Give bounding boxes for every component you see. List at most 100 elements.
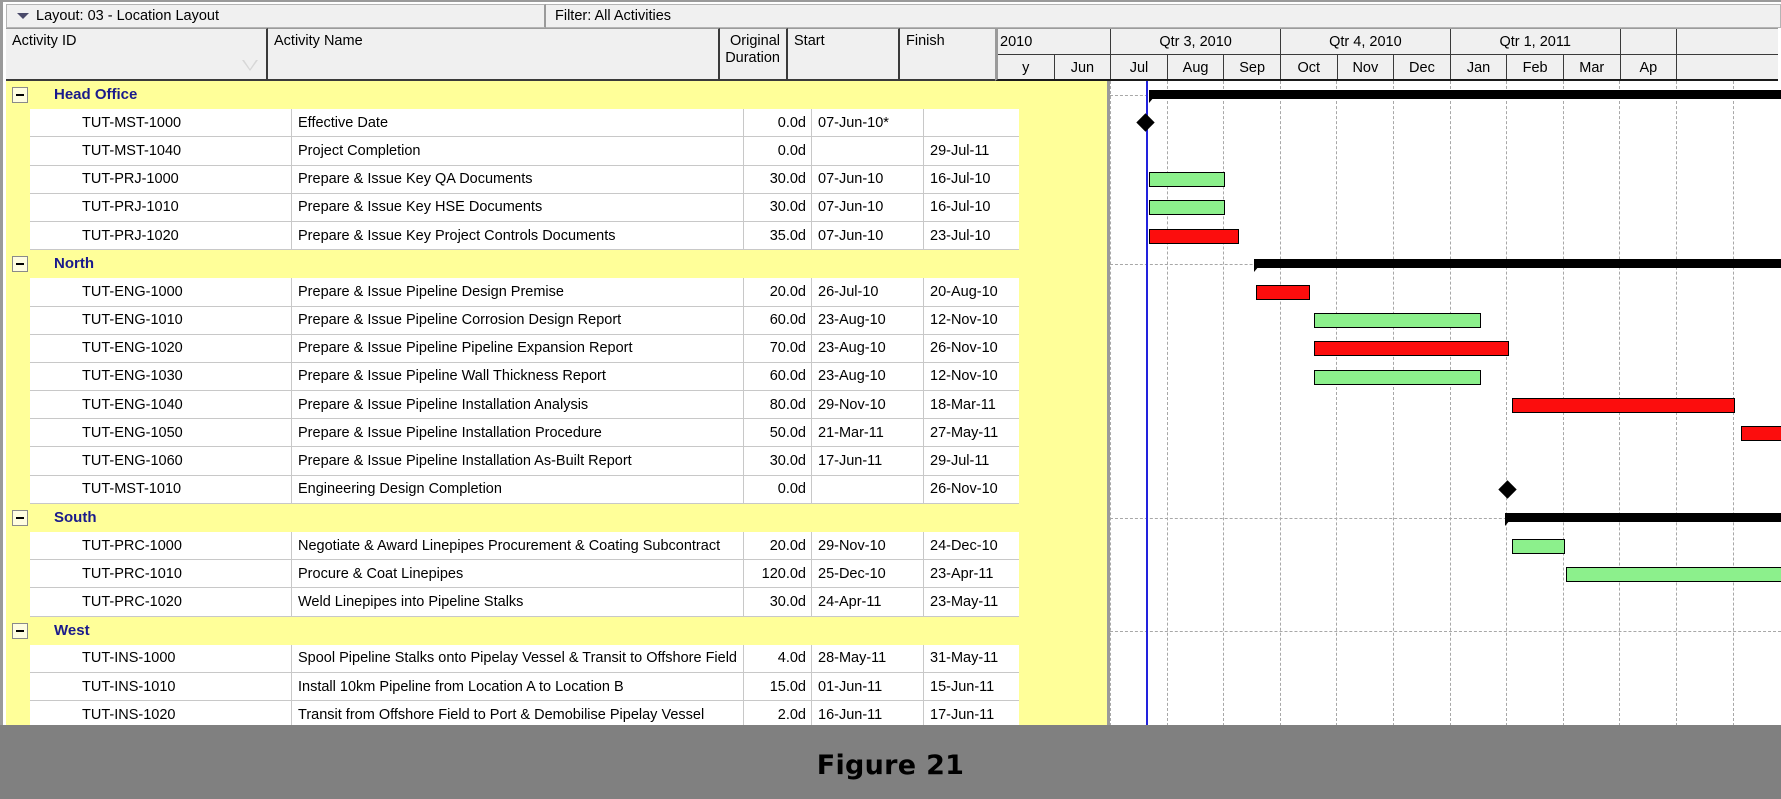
table-row[interactable]: TUT-ENG-1030Prepare & Issue Pipeline Wal… [6, 363, 1107, 391]
cell-activity-name: Prepare & Issue Pipeline Wall Thickness … [292, 363, 744, 391]
table-row[interactable]: TUT-PRC-1000Negotiate & Award Linepipes … [6, 532, 1107, 560]
collapse-minus-icon[interactable] [12, 87, 28, 103]
table-row[interactable]: TUT-MST-1010Engineering Design Completio… [6, 476, 1107, 504]
activity-table: Head OfficeTUT-MST-1000Effective Date0.0… [6, 81, 1107, 731]
gantt-gridline-vertical [1336, 81, 1338, 731]
gantt-summary-bar[interactable] [1149, 90, 1781, 99]
group-header-row[interactable]: North [6, 250, 1107, 278]
table-row[interactable]: TUT-ENG-1000Prepare & Issue Pipeline Des… [6, 278, 1107, 306]
timescale-month-cell: Jun [1055, 55, 1112, 81]
gantt-activity-bar[interactable] [1149, 229, 1239, 244]
gantt-activity-bar[interactable] [1149, 172, 1225, 187]
gantt-gridline-vertical [1110, 81, 1112, 731]
table-row[interactable]: TUT-PRJ-1010Prepare & Issue Key HSE Docu… [6, 194, 1107, 222]
table-row[interactable]: TUT-MST-1000Effective Date0.0d07-Jun-10* [6, 109, 1107, 137]
column-header-finish-label: Finish [906, 33, 945, 49]
activity-table-and-gantt: Head OfficeTUT-MST-1000Effective Date0.0… [6, 81, 1781, 731]
group-indent-band [6, 532, 30, 560]
cell-activity-name: Weld Linepipes into Pipeline Stalks [292, 588, 744, 616]
cell-finish-date: 16-Jul-10 [924, 166, 1019, 194]
table-row[interactable]: TUT-ENG-1020Prepare & Issue Pipeline Pip… [6, 335, 1107, 363]
column-header-duration-line1: Original [726, 33, 780, 50]
gantt-chart-area[interactable] [1107, 81, 1781, 731]
timescale-month-cell: Sep [1224, 55, 1281, 81]
cell-activity-name: Prepare & Issue Key Project Controls Doc… [292, 222, 744, 250]
cell-activity-name: Prepare & Issue Pipeline Design Premise [292, 278, 744, 306]
cell-start-date: 21-Mar-11 [812, 419, 924, 447]
cell-start-date: 07-Jun-10 [812, 194, 924, 222]
column-header-activity-name[interactable]: Activity Name [268, 28, 720, 81]
cell-finish-date: 29-Jul-11 [924, 447, 1019, 475]
collapse-minus-icon[interactable] [12, 623, 28, 639]
cell-finish-date: 12-Nov-10 [924, 363, 1019, 391]
gantt-activity-bar[interactable] [1741, 426, 1781, 441]
layout-selector[interactable]: Layout: 03 - Location Layout [6, 4, 546, 28]
gantt-milestone-marker[interactable] [1136, 113, 1154, 131]
gantt-activity-bar[interactable] [1566, 567, 1781, 582]
timescale-month-label: Jun [1071, 60, 1094, 76]
column-header-finish[interactable]: Finish [900, 28, 995, 81]
gantt-summary-bar[interactable] [1254, 259, 1781, 268]
group-header-row[interactable]: Head Office [6, 81, 1107, 109]
gantt-activity-bar[interactable] [1512, 398, 1735, 413]
table-row[interactable]: TUT-ENG-1010Prepare & Issue Pipeline Cor… [6, 307, 1107, 335]
gantt-activity-bar[interactable] [1149, 200, 1225, 215]
table-row[interactable]: TUT-PRC-1010Procure & Coat Linepipes120.… [6, 560, 1107, 588]
group-indent-band [6, 166, 30, 194]
chevron-down-icon[interactable] [17, 9, 30, 22]
timescale-month-label: Ap [1639, 60, 1657, 76]
gantt-activity-bar[interactable] [1314, 341, 1509, 356]
group-indent-band [6, 363, 30, 391]
column-header-original-duration[interactable]: Original Duration [720, 28, 788, 81]
cell-finish-date: 12-Nov-10 [924, 307, 1019, 335]
cell-original-duration: 60.0d [744, 363, 812, 391]
gantt-gridline-vertical [1280, 81, 1282, 731]
group-indent-band [6, 335, 30, 363]
group-header-row[interactable]: South [6, 504, 1107, 532]
gantt-activity-bar[interactable] [1256, 285, 1310, 300]
filter-selector[interactable]: Filter: All Activities [546, 4, 1781, 28]
column-header-activity-name-label: Activity Name [274, 33, 363, 49]
table-row[interactable]: TUT-MST-1040Project Completion0.0d29-Jul… [6, 137, 1107, 165]
cell-start-date: 29-Nov-10 [812, 532, 924, 560]
cell-start-date: 26-Jul-10 [812, 278, 924, 306]
gantt-activity-bar[interactable] [1314, 370, 1481, 385]
gantt-gridline-vertical [1393, 81, 1395, 731]
column-header-start[interactable]: Start [788, 28, 900, 81]
collapse-minus-icon[interactable] [12, 510, 28, 526]
group-indent-band [6, 391, 30, 419]
cell-activity-id: TUT-ENG-1050 [30, 419, 292, 447]
cell-activity-id: TUT-INS-1000 [30, 645, 292, 673]
cell-finish-date: 23-Jul-10 [924, 222, 1019, 250]
table-row[interactable]: TUT-PRJ-1000Prepare & Issue Key QA Docum… [6, 166, 1107, 194]
cell-original-duration: 30.0d [744, 588, 812, 616]
column-header-activity-id[interactable]: Activity ID [6, 28, 268, 81]
gantt-summary-bar[interactable] [1505, 513, 1781, 522]
cell-activity-id: TUT-PRC-1000 [30, 532, 292, 560]
table-row[interactable]: TUT-PRC-1020Weld Linepipes into Pipeline… [6, 588, 1107, 616]
gantt-activity-bar[interactable] [1512, 539, 1565, 554]
table-row[interactable]: TUT-PRJ-1020Prepare & Issue Key Project … [6, 222, 1107, 250]
group-indent-band [6, 560, 30, 588]
gantt-milestone-marker[interactable] [1498, 480, 1516, 498]
table-row[interactable]: TUT-ENG-1040Prepare & Issue Pipeline Ins… [6, 391, 1107, 419]
group-header-row[interactable]: West [6, 617, 1107, 645]
cell-start-date: 23-Aug-10 [812, 363, 924, 391]
table-row[interactable]: TUT-ENG-1060Prepare & Issue Pipeline Ins… [6, 447, 1107, 475]
timescale-month-cell: Ap [1621, 55, 1678, 81]
cell-activity-id: TUT-PRJ-1020 [30, 222, 292, 250]
collapse-minus-icon[interactable] [12, 256, 28, 272]
timescale-month-label: Jul [1130, 60, 1149, 76]
table-row[interactable]: TUT-ENG-1050Prepare & Issue Pipeline Ins… [6, 419, 1107, 447]
layout-label: Layout: 03 - Location Layout [36, 8, 219, 24]
timescale-month-label: Dec [1409, 60, 1435, 76]
column-header-start-label: Start [794, 33, 825, 49]
cell-original-duration: 70.0d [744, 335, 812, 363]
cell-finish-date: 16-Jul-10 [924, 194, 1019, 222]
group-header-label: West [28, 617, 90, 644]
table-row[interactable]: TUT-INS-1000Spool Pipeline Stalks onto P… [6, 645, 1107, 673]
table-row[interactable]: TUT-INS-1010Install 10km Pipeline from L… [6, 673, 1107, 701]
gantt-gridline-vertical [1506, 81, 1508, 731]
gantt-activity-bar[interactable] [1314, 313, 1481, 328]
sort-indicator-icon[interactable] [242, 60, 258, 71]
